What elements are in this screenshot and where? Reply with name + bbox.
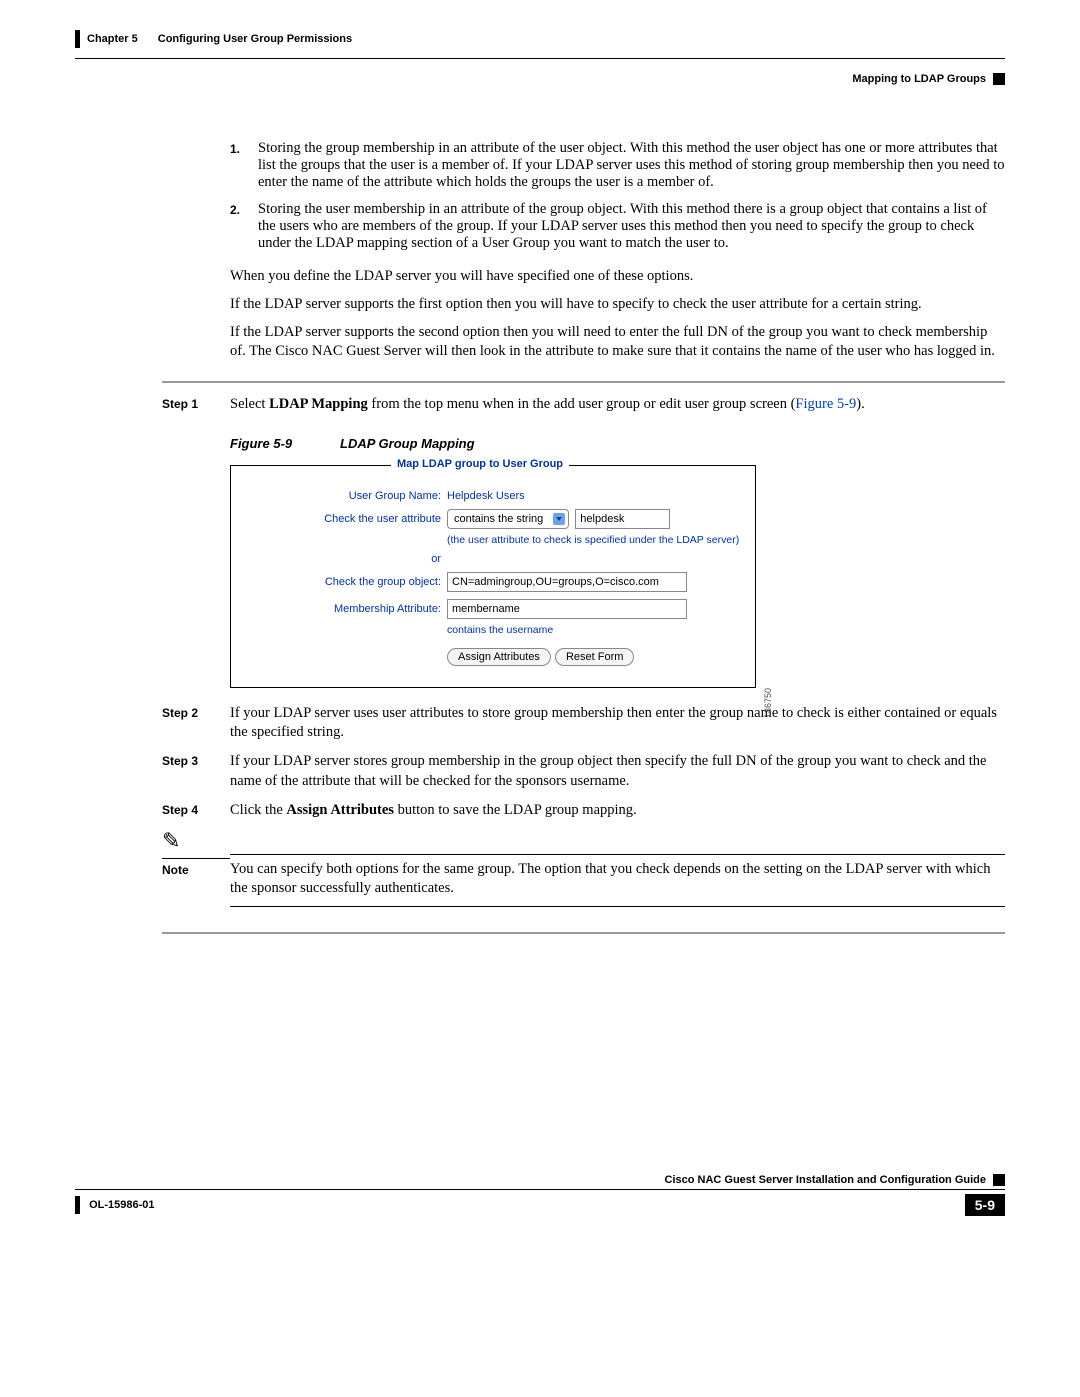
footer-box-icon xyxy=(993,1174,1005,1186)
note-label: Note xyxy=(162,863,189,877)
paragraph: If the LDAP server supports the second o… xyxy=(230,323,1005,361)
list-item-1: Storing the group membership in an attri… xyxy=(258,140,1005,191)
step-label: Step 3 xyxy=(162,752,230,790)
contains-dropdown[interactable]: contains the string xyxy=(447,509,569,529)
check-group-label: Check the group object: xyxy=(243,576,447,588)
step-separator xyxy=(162,932,1005,934)
page-number: 5-9 xyxy=(965,1194,1005,1216)
list-num-1: 1. xyxy=(230,140,258,191)
paragraph: If the LDAP server supports the first op… xyxy=(230,295,1005,314)
step-label: Step 1 xyxy=(162,395,230,414)
membership-attr-input[interactable] xyxy=(447,599,687,619)
step-label: Step 2 xyxy=(162,704,230,742)
step-separator xyxy=(162,381,1005,383)
contains-username-text: contains the username xyxy=(447,624,743,636)
step-2: Step 2 If your LDAP server uses user att… xyxy=(162,704,1005,742)
user-attribute-input[interactable] xyxy=(575,509,670,529)
ldap-mapping-screenshot: Map LDAP group to User Group User Group … xyxy=(230,465,756,688)
chapter-title: Configuring User Group Permissions xyxy=(158,33,352,45)
chevron-down-icon xyxy=(553,513,565,525)
assign-attributes-button[interactable]: Assign Attributes xyxy=(447,648,551,666)
list-item-2: Storing the user membership in an attrib… xyxy=(258,201,1005,252)
numbered-list: 1. Storing the group membership in an at… xyxy=(230,140,1005,252)
footer-bar-icon xyxy=(75,1196,80,1214)
section-title: Mapping to LDAP Groups xyxy=(852,73,986,85)
figure-caption: Figure 5-9LDAP Group Mapping xyxy=(230,436,1005,451)
fieldset-legend: Map LDAP group to User Group xyxy=(391,458,569,470)
step-4: Step 4 Click the Assign Attributes butto… xyxy=(162,801,1005,820)
reset-form-button[interactable]: Reset Form xyxy=(555,648,634,666)
pencil-icon: ✎ xyxy=(162,830,230,852)
page-header: Chapter 5 Configuring User Group Permiss… xyxy=(75,30,1005,48)
list-num-2: 2. xyxy=(230,201,258,252)
footer-guide-title: Cisco NAC Guest Server Installation and … xyxy=(665,1174,987,1186)
step-3: Step 3 If your LDAP server stores group … xyxy=(162,752,1005,790)
figure-link[interactable]: Figure 5-9 xyxy=(795,396,856,412)
header-bar-icon xyxy=(75,30,80,48)
header-box-icon xyxy=(993,73,1005,85)
user-group-name-label: User Group Name: xyxy=(243,490,447,502)
step-label: Step 4 xyxy=(162,801,230,820)
chapter-label: Chapter 5 xyxy=(87,33,138,45)
note-text: You can specify both options for the sam… xyxy=(230,858,1005,898)
or-label: or xyxy=(243,553,447,565)
page-footer: Cisco NAC Guest Server Installation and … xyxy=(75,1174,1005,1216)
step-1: Step 1 Select LDAP Mapping from the top … xyxy=(162,395,1005,414)
image-id: 186750 xyxy=(763,688,773,718)
check-user-attr-label: Check the user attribute xyxy=(243,513,447,525)
note-block: ✎ xyxy=(162,830,1005,854)
user-group-name-value: Helpdesk Users xyxy=(447,490,525,502)
paragraph: When you define the LDAP server you will… xyxy=(230,267,1005,286)
group-dn-input[interactable] xyxy=(447,572,687,592)
footer-doc-id: OL-15986-01 xyxy=(89,1199,154,1211)
user-attr-hint: (the user attribute to check is specifie… xyxy=(447,534,743,546)
membership-attr-label: Membership Attribute: xyxy=(243,603,447,615)
